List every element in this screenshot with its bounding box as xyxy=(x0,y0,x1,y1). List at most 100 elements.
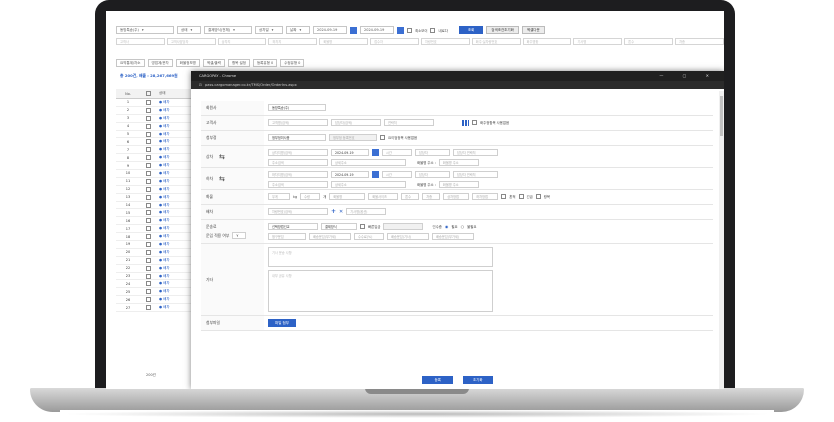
table-row[interactable]: 11 ● 배차 xyxy=(116,178,196,186)
row-checkbox[interactable] xyxy=(146,226,151,232)
row-checkbox[interactable] xyxy=(146,194,151,200)
table-row[interactable]: 2 ● 배차 xyxy=(116,107,196,115)
row-checkbox[interactable] xyxy=(146,155,151,161)
radio-empty-icon[interactable]: ○ xyxy=(461,224,465,229)
table-row[interactable]: 24 ● 배차 xyxy=(116,280,196,289)
table-row[interactable]: 16 ● 배차 xyxy=(116,217,196,226)
fare-vat-input[interactable]: 배송운임(부가세) xyxy=(309,233,351,240)
table-row[interactable]: 26 ● 배차 xyxy=(116,296,196,305)
cargo-field[interactable]: 차종 xyxy=(422,193,441,200)
window-controls[interactable]: — ▢ ✕ xyxy=(659,73,718,78)
row-checkbox[interactable] xyxy=(146,218,151,224)
table-row[interactable]: 3 ● 배차 xyxy=(116,115,196,123)
filter-input[interactable]: 접수자 xyxy=(370,38,419,45)
row-checkbox[interactable] xyxy=(146,281,151,287)
table-row[interactable]: 27 ● 배차 xyxy=(116,304,196,313)
action-select[interactable]: 엑셀/출력 xyxy=(202,59,225,67)
row-checkbox[interactable] xyxy=(146,99,151,105)
unload-cargo-address-input[interactable]: 화물명 주소 xyxy=(438,181,479,188)
reset-button[interactable]: 초기화 xyxy=(462,376,493,384)
row-checkbox[interactable] xyxy=(146,241,151,247)
filter-input[interactable]: 고객사담당자 xyxy=(166,38,216,45)
row-checkbox[interactable] xyxy=(146,147,151,153)
reset-search-button[interactable]: 검색조건초기화 xyxy=(486,26,519,34)
filter-input[interactable]: 차종 xyxy=(675,38,724,45)
payment-select[interactable]: 결제방식(전체) ▾ xyxy=(204,26,252,34)
table-row[interactable]: 10 ● 배차 xyxy=(116,170,196,178)
calendar-icon[interactable] xyxy=(397,26,404,34)
action-select[interactable]: 등록유형 0 xyxy=(252,59,278,67)
close-icon[interactable]: ✕ xyxy=(339,209,343,215)
cargo-field[interactable]: 무게 xyxy=(268,193,290,200)
filter-input[interactable]: 하차지 xyxy=(268,38,318,45)
table-row[interactable]: 8 ● 배차 xyxy=(116,154,196,163)
action-select[interactable]: 항목 설정 xyxy=(227,59,250,67)
company-select[interactable]: 동방특송(주) xyxy=(268,104,326,111)
table-row[interactable]: 19 ● 배차 xyxy=(116,241,196,249)
table-row[interactable]: 5 ● 배차 xyxy=(116,131,196,139)
row-checkbox[interactable] xyxy=(146,202,151,208)
table-row[interactable]: 23 ● 배차 xyxy=(116,273,196,281)
quick-pay-checkbox[interactable] xyxy=(360,224,365,229)
add-icon[interactable]: + xyxy=(331,208,336,215)
fare-driver-vat-input[interactable]: 배송운임(부가세) xyxy=(432,233,474,240)
fare-apply-select[interactable]: Y xyxy=(232,232,247,239)
row-checkbox[interactable] xyxy=(146,115,151,121)
row-checkbox[interactable] xyxy=(146,297,151,303)
filter-input[interactable]: 톤수 xyxy=(624,38,674,45)
action-select[interactable]: 요약통계/차소 xyxy=(116,59,145,67)
table-row[interactable]: 7 ● 배차 xyxy=(116,146,196,155)
action-select[interactable]: 화물정보명 xyxy=(175,59,200,67)
unload-manager-input[interactable]: 담당자 xyxy=(415,171,450,178)
filter-input[interactable]: 기사명 xyxy=(573,38,623,45)
load-phone-input[interactable]: 담당자 연락처 xyxy=(453,149,498,156)
unload-place-input[interactable]: 하차지명(검색) xyxy=(268,171,328,178)
pay-number-input[interactable]: 청부정 등록번호 xyxy=(329,134,377,141)
calendar-icon[interactable] xyxy=(372,149,379,156)
driver-note-textarea[interactable]: 기사 운송 사항 xyxy=(268,247,493,267)
pay-select[interactable]: 청부정미사용 xyxy=(268,134,326,141)
row-checkbox[interactable] xyxy=(146,210,151,216)
row-checkbox[interactable] xyxy=(146,170,151,176)
row-checkbox[interactable] xyxy=(146,257,151,263)
cargo-checkbox[interactable] xyxy=(518,194,524,199)
date-type-select[interactable]: 상차일 ▾ xyxy=(255,26,283,34)
row-checkbox[interactable] xyxy=(146,305,151,311)
cargo-field[interactable]: 수량 xyxy=(300,193,321,200)
row-checkbox[interactable] xyxy=(146,163,151,169)
table-row[interactable]: 17 ● 배차 xyxy=(116,225,196,234)
vehicle-search-input[interactable]: 차량번호(검색) xyxy=(268,208,328,215)
cargo-field[interactable]: 화물사이즈 xyxy=(368,193,399,200)
fare-billing-input[interactable]: 청구운임 xyxy=(268,233,306,240)
customer-checkbox[interactable] xyxy=(472,120,477,125)
chart-icon[interactable] xyxy=(462,119,469,126)
load-cargo-address-input[interactable]: 화물명 주소 xyxy=(438,159,479,166)
filter-input[interactable]: 화물명 xyxy=(319,38,369,45)
status-select[interactable]: 상태 ▾ xyxy=(177,26,201,34)
row-checkbox[interactable] xyxy=(146,107,151,113)
load-address-search[interactable]: 주소검색 xyxy=(268,159,328,166)
table-row[interactable]: 14 ● 배차 xyxy=(116,202,196,210)
pay-checkbox[interactable] xyxy=(380,135,385,140)
table-row[interactable]: 1 ● 배차 xyxy=(116,99,196,107)
fare-fee-input[interactable]: 수수료(%) xyxy=(354,233,384,240)
row-checkbox[interactable] xyxy=(146,139,151,145)
fare-driver-input[interactable]: 배송운임(기사) xyxy=(387,233,429,240)
internal-note-textarea[interactable]: 내부 공유 사항 xyxy=(268,270,493,312)
row-checkbox[interactable] xyxy=(146,273,151,279)
cargo-field[interactable]: 화물명 xyxy=(329,193,366,200)
calendar-icon[interactable] xyxy=(350,26,357,34)
action-select[interactable]: 영업계/운차 xyxy=(147,59,173,67)
next-checkbox[interactable] xyxy=(430,27,436,33)
unload-address-detail[interactable]: 상세주소 xyxy=(331,181,406,188)
address-swap-icon[interactable]: ⇆ xyxy=(219,175,225,183)
filter-input[interactable]: 고객사 xyxy=(116,38,165,45)
fare-pay-select[interactable]: 결제방식 xyxy=(321,223,357,230)
filter-input[interactable]: 차량번호 xyxy=(420,38,470,45)
row-checkbox[interactable] xyxy=(146,234,151,240)
filter-input[interactable]: 화주명찾 xyxy=(522,38,572,45)
row-checkbox[interactable] xyxy=(146,123,151,129)
load-place-input[interactable]: 상차지명(검색) xyxy=(268,149,328,156)
load-time-input[interactable]: 시간 xyxy=(382,149,412,156)
table-row[interactable]: 6 ● 배차 xyxy=(116,138,196,147)
